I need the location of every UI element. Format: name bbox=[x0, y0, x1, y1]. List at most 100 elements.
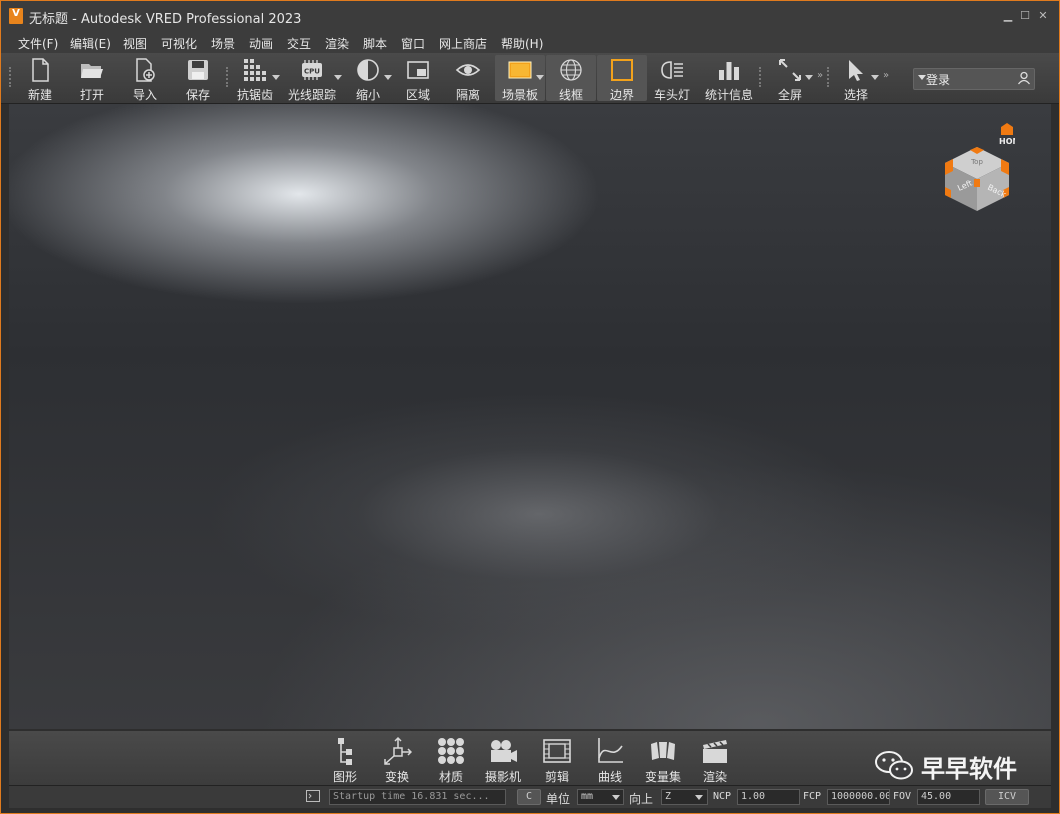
toolbar-grip[interactable] bbox=[9, 67, 14, 87]
scenegraph-button[interactable]: 图形 bbox=[317, 734, 373, 784]
render-button[interactable]: 渲染 bbox=[687, 734, 743, 784]
import-label: 导入 bbox=[132, 88, 157, 102]
menu-view[interactable]: 视图 bbox=[123, 35, 147, 52]
icv-button[interactable]: ICV bbox=[985, 789, 1029, 805]
clear-log-button[interactable]: C bbox=[517, 789, 541, 805]
raytracing-button[interactable]: CPU 光线跟踪 bbox=[287, 55, 337, 102]
save-label: 保存 bbox=[185, 88, 210, 102]
close-button[interactable]: ✕ bbox=[1036, 9, 1050, 23]
ncp-label: NCP bbox=[713, 791, 732, 802]
fcp-label: FCP bbox=[803, 791, 822, 802]
up-axis-dropdown-icon[interactable] bbox=[695, 795, 703, 800]
watermark-text: 早早软件 bbox=[921, 755, 1017, 783]
menu-file[interactable]: 文件(F) bbox=[18, 35, 58, 52]
menu-render[interactable]: 渲染 bbox=[325, 35, 349, 52]
open-label: 打开 bbox=[79, 88, 104, 102]
login-label: 登录 bbox=[926, 73, 951, 87]
new-button[interactable]: 新建 bbox=[15, 55, 65, 102]
user-icon bbox=[1017, 71, 1031, 85]
wireframe-button[interactable]: 线框 bbox=[546, 55, 596, 102]
render-label: 渲染 bbox=[702, 770, 727, 784]
curves-label: 曲线 bbox=[597, 770, 622, 784]
camera-label: 摄影机 bbox=[484, 770, 521, 784]
wechat-watermark: 早早软件 bbox=[873, 749, 1033, 783]
open-button[interactable]: 打开 bbox=[67, 55, 117, 102]
bounding-box-icon bbox=[611, 59, 633, 81]
camera-button[interactable]: 摄影机 bbox=[475, 734, 531, 784]
select-icon bbox=[849, 60, 863, 81]
clips-label: 剪辑 bbox=[544, 770, 569, 784]
fullscreen-label: 全屏 bbox=[777, 88, 802, 102]
fov-label: FOV bbox=[893, 791, 912, 802]
curves-button[interactable]: 曲线 bbox=[582, 734, 638, 784]
fullscreen-dropdown-icon[interactable] bbox=[805, 75, 813, 80]
region-button[interactable]: 区域 bbox=[393, 55, 443, 102]
menu-visualization[interactable]: 可视化 bbox=[161, 35, 197, 52]
antialiasing-dropdown-icon[interactable] bbox=[272, 75, 280, 80]
up-axis-label: 向上 bbox=[629, 792, 654, 806]
wireframe-globe-icon bbox=[560, 59, 582, 81]
scenegraph-label: 图形 bbox=[332, 770, 357, 784]
render-viewport[interactable] bbox=[9, 104, 1051, 729]
raytracing-label: 光线跟踪 bbox=[287, 88, 336, 102]
headlight-button[interactable]: 车头灯 bbox=[647, 55, 697, 102]
bounding-box-button[interactable]: 边界 bbox=[597, 55, 647, 102]
wireframe-label: 线框 bbox=[558, 88, 583, 102]
menu-help[interactable]: 帮助(H) bbox=[501, 35, 543, 52]
transform-button[interactable]: 变换 bbox=[369, 734, 425, 784]
select-label: 选择 bbox=[843, 88, 868, 102]
login-field[interactable]: 登录 bbox=[913, 68, 1035, 90]
bounding-box-label: 边界 bbox=[609, 88, 634, 102]
region-icon bbox=[407, 61, 429, 79]
navigation-cube[interactable]: HOME Top Left Back bbox=[937, 123, 1026, 213]
view-cube-icon: HOME Top Left Back bbox=[945, 123, 1026, 211]
select-dropdown-icon[interactable] bbox=[871, 75, 879, 80]
camera-icon bbox=[491, 740, 517, 762]
raytracing-dropdown-icon[interactable] bbox=[334, 75, 342, 80]
region-label: 区域 bbox=[405, 88, 430, 102]
statistics-button[interactable]: 统计信息 bbox=[701, 55, 757, 102]
sceneplate-dropdown-icon[interactable] bbox=[536, 75, 544, 80]
antialiasing-icon bbox=[244, 59, 266, 81]
menu-window[interactable]: 窗口 bbox=[401, 35, 425, 52]
render-clapper-icon bbox=[703, 740, 727, 763]
maximize-button[interactable]: ☐ bbox=[1018, 9, 1032, 23]
save-icon bbox=[188, 60, 208, 80]
login-dropdown-icon[interactable] bbox=[918, 75, 926, 80]
save-button[interactable]: 保存 bbox=[173, 55, 223, 102]
terminal-icon[interactable] bbox=[306, 790, 320, 802]
minimize-button[interactable]: ▁ bbox=[1001, 9, 1015, 23]
materials-icon bbox=[438, 738, 464, 764]
shrink-icon bbox=[357, 59, 379, 81]
unit-label: 单位 bbox=[546, 792, 571, 806]
new-file-icon bbox=[32, 58, 49, 82]
toolbar-grip[interactable] bbox=[759, 67, 764, 87]
materials-button[interactable]: 材质 bbox=[423, 734, 479, 784]
ncp-input[interactable]: 1.00 bbox=[737, 789, 800, 805]
cube-face-top: Top bbox=[970, 158, 983, 166]
menu-edit[interactable]: 编辑(E) bbox=[70, 35, 111, 52]
home-icon bbox=[1001, 123, 1013, 135]
sceneplate-label: 场景板 bbox=[501, 88, 538, 102]
menu-scene[interactable]: 场景 bbox=[211, 35, 235, 52]
main-toolbar: 新建 打开 导入 保存 抗锯齿 CPU 光线跟踪 缩小 区域 隔离 场景板 线框… bbox=[1, 53, 1059, 104]
toolbar-overflow-icon[interactable]: » bbox=[817, 70, 823, 81]
new-label: 新建 bbox=[27, 88, 52, 102]
toolbar-overflow-icon[interactable]: » bbox=[883, 70, 889, 81]
fov-input[interactable]: 45.00 bbox=[917, 789, 980, 805]
menu-bar: 文件(F) 编辑(E) 视图 可视化 场景 动画 交互 渲染 脚本 窗口 网上商… bbox=[1, 31, 1059, 53]
clips-button[interactable]: 剪辑 bbox=[529, 734, 585, 784]
app-window: V 无标题 - Autodesk VRED Professional 2023 … bbox=[0, 0, 1060, 814]
fcp-input[interactable]: 1000000.00 bbox=[827, 789, 890, 805]
variant-sets-button[interactable]: 变量集 bbox=[635, 734, 691, 784]
title-bar: V 无标题 - Autodesk VRED Professional 2023 … bbox=[1, 1, 1059, 31]
menu-script[interactable]: 脚本 bbox=[363, 35, 387, 52]
menu-online-store[interactable]: 网上商店 bbox=[439, 35, 487, 52]
shrink-dropdown-icon[interactable] bbox=[384, 75, 392, 80]
menu-animation[interactable]: 动画 bbox=[249, 35, 273, 52]
isolate-button[interactable]: 隔离 bbox=[443, 55, 493, 102]
unit-dropdown-icon[interactable] bbox=[612, 795, 620, 800]
unit-value: mm bbox=[581, 791, 594, 802]
menu-interaction[interactable]: 交互 bbox=[287, 35, 311, 52]
import-button[interactable]: 导入 bbox=[120, 55, 170, 102]
